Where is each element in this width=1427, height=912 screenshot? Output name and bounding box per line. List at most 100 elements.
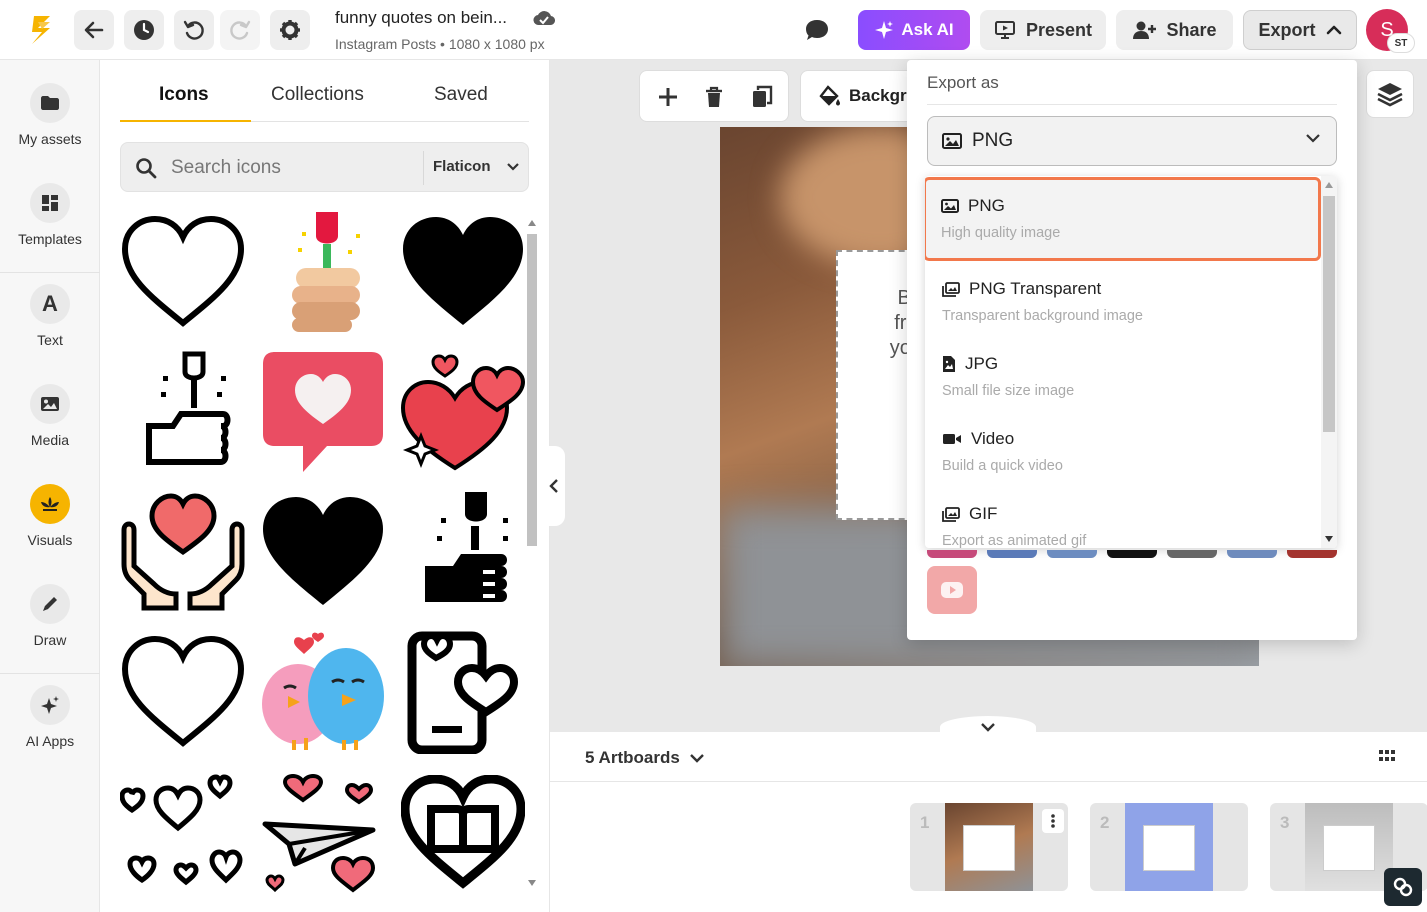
thumbnail-card bbox=[1323, 825, 1375, 871]
redo-button[interactable] bbox=[220, 10, 260, 50]
phone-heart-icon[interactable] bbox=[398, 630, 528, 754]
format-select[interactable]: PNG bbox=[927, 116, 1337, 166]
scrollbar-thumb[interactable] bbox=[527, 234, 537, 546]
scroll-down-arrow-icon[interactable] bbox=[1325, 536, 1333, 542]
pen-icon bbox=[43, 597, 57, 611]
export-title: Export as bbox=[927, 73, 999, 92]
strip-divider bbox=[550, 781, 1427, 782]
ask-ai-label: Ask AI bbox=[901, 20, 954, 39]
ask-ai-button[interactable]: Ask AI bbox=[858, 10, 970, 50]
clock-icon bbox=[134, 20, 154, 40]
share-button[interactable]: Share bbox=[1116, 10, 1233, 50]
format-option-gif[interactable]: GIF Export as animated gif bbox=[925, 486, 1317, 548]
tab-icons[interactable]: Icons bbox=[159, 84, 209, 106]
trash-icon[interactable] bbox=[704, 86, 724, 108]
history-button[interactable] bbox=[124, 10, 164, 50]
paper-plane-hearts-icon[interactable] bbox=[258, 770, 388, 894]
chevron-left-icon bbox=[549, 479, 558, 493]
thumbnail-number: 1 bbox=[920, 813, 930, 832]
thumbnail-more-button[interactable] bbox=[1042, 809, 1064, 833]
format-option-png-transparent[interactable]: PNG Transparent Transparent background i… bbox=[925, 261, 1317, 336]
chevron-up-icon bbox=[1326, 25, 1341, 35]
collapse-panel-handle[interactable] bbox=[543, 446, 565, 526]
heart-solid-icon[interactable] bbox=[258, 490, 388, 614]
hands-heart-icon[interactable] bbox=[118, 490, 248, 614]
rail-item-label: Text bbox=[37, 332, 63, 348]
provider-select[interactable]: Flaticon bbox=[433, 158, 519, 175]
left-rail: My assets Templates A Text Media Visuals… bbox=[0, 60, 100, 912]
undo-icon bbox=[183, 20, 204, 40]
heart-solid-icon[interactable] bbox=[398, 210, 528, 334]
format-option-jpg[interactable]: JPG Small file size image bbox=[925, 336, 1317, 411]
icon-search-bar: Flaticon bbox=[120, 142, 529, 192]
hand-flower-icon[interactable] bbox=[118, 350, 248, 474]
rail-item-text[interactable]: A Text bbox=[0, 284, 100, 348]
scroll-up-arrow-icon[interactable] bbox=[1325, 182, 1333, 188]
artboard-thumbnail[interactable]: 2 bbox=[1090, 803, 1248, 891]
scroll-down-arrow-icon[interactable] bbox=[528, 880, 536, 886]
top-bar: funny quotes on bein... Instagram Posts … bbox=[0, 0, 1427, 60]
tab-collections[interactable]: Collections bbox=[271, 84, 364, 106]
social-chip[interactable] bbox=[987, 550, 1037, 558]
social-chip[interactable] bbox=[1047, 550, 1097, 558]
chevron-down-icon bbox=[689, 753, 704, 763]
redo-icon bbox=[230, 20, 251, 40]
love-birds-icon[interactable] bbox=[258, 630, 388, 754]
app-logo-icon[interactable] bbox=[28, 14, 56, 46]
export-dropdown: Export as PNG PNG High quality image PNG… bbox=[907, 60, 1357, 640]
settings-button[interactable] bbox=[270, 10, 310, 50]
rail-item-visuals[interactable]: Visuals bbox=[0, 484, 100, 548]
scrollbar-thumb[interactable] bbox=[1323, 196, 1335, 432]
rail-item-media[interactable]: Media bbox=[0, 384, 100, 448]
heart-outline-icon[interactable] bbox=[118, 630, 248, 754]
heart-speech-bubble-icon[interactable] bbox=[258, 350, 388, 474]
rail-item-ai-apps[interactable]: AI Apps bbox=[0, 685, 100, 749]
rail-item-draw[interactable]: Draw bbox=[0, 584, 100, 648]
back-button[interactable] bbox=[74, 10, 114, 50]
duplicate-icon[interactable] bbox=[751, 85, 773, 109]
social-chip[interactable] bbox=[1287, 550, 1337, 558]
rail-item-my-assets[interactable]: My assets bbox=[0, 83, 100, 147]
search-input[interactable] bbox=[171, 155, 411, 181]
heart-book-icon[interactable] bbox=[398, 770, 528, 894]
presentation-icon bbox=[994, 21, 1015, 39]
export-button[interactable]: Export bbox=[1243, 10, 1357, 50]
small-hearts-icon[interactable] bbox=[118, 770, 248, 894]
hand-flower-solid-icon[interactable] bbox=[398, 490, 528, 614]
image-icon bbox=[41, 397, 59, 411]
format-option-video[interactable]: Video Build a quick video bbox=[925, 411, 1317, 486]
grid-view-icon[interactable] bbox=[1379, 750, 1395, 762]
rail-item-label: Draw bbox=[33, 632, 67, 648]
format-list-scrollbar[interactable] bbox=[1321, 176, 1337, 548]
undo-button[interactable] bbox=[174, 10, 214, 50]
tab-saved[interactable]: Saved bbox=[434, 84, 488, 106]
hand-rose-icon[interactable] bbox=[258, 210, 388, 334]
format-name: GIF bbox=[969, 504, 998, 523]
present-label: Present bbox=[1025, 19, 1093, 40]
thumbnail-image bbox=[1125, 803, 1213, 891]
help-button[interactable] bbox=[1384, 868, 1422, 906]
social-chip[interactable] bbox=[927, 550, 977, 558]
scroll-up-arrow-icon[interactable] bbox=[528, 220, 536, 226]
document-title[interactable]: funny quotes on bein... bbox=[335, 8, 507, 28]
background-label: Backgr bbox=[849, 86, 907, 105]
layers-button[interactable] bbox=[1366, 70, 1414, 118]
artboards-strip: 5 Artboards 1 2 3 bbox=[550, 732, 1427, 912]
rail-item-templates[interactable]: Templates bbox=[0, 183, 100, 247]
heart-outline-icon[interactable] bbox=[118, 210, 248, 334]
thumbnail-card bbox=[963, 825, 1015, 871]
social-chip[interactable] bbox=[1107, 550, 1157, 558]
format-option-png[interactable]: PNG High quality image bbox=[925, 177, 1321, 261]
plus-icon[interactable] bbox=[657, 86, 679, 108]
hearts-sparkle-icon[interactable] bbox=[398, 350, 528, 474]
social-chip[interactable] bbox=[1227, 550, 1277, 558]
sparkle-icon bbox=[875, 21, 894, 39]
youtube-button[interactable] bbox=[927, 566, 977, 614]
artboards-dropdown[interactable]: 5 Artboards bbox=[585, 748, 704, 768]
present-button[interactable]: Present bbox=[980, 10, 1106, 50]
artboard-thumbnail[interactable]: 1 bbox=[910, 803, 1068, 891]
panel-tabs: Icons Collections Saved bbox=[120, 80, 529, 122]
social-chip[interactable] bbox=[1167, 550, 1217, 558]
comment-icon[interactable] bbox=[804, 18, 830, 42]
icons-scrollbar[interactable] bbox=[524, 218, 540, 888]
